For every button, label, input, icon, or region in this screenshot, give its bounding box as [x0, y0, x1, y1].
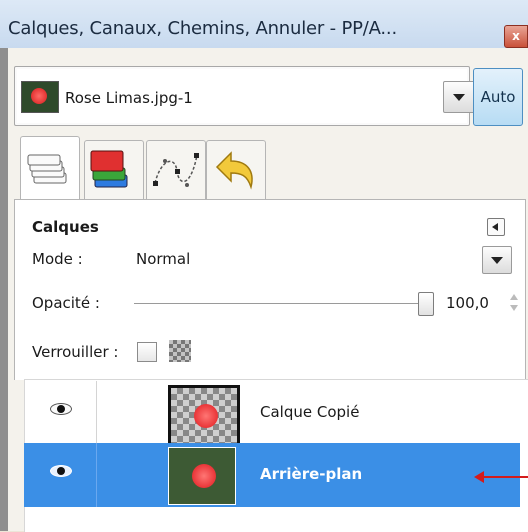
layer-row[interactable]: Calque Copié	[24, 381, 520, 447]
tab-undo-history[interactable]	[206, 140, 266, 199]
mode-dropdown-button[interactable]	[482, 246, 512, 274]
layer-row-selected[interactable]: Arrière-plan	[24, 443, 520, 507]
tab-paths[interactable]	[146, 140, 206, 199]
opacity-slider-handle[interactable]	[418, 292, 434, 316]
mode-label: Mode :	[32, 250, 83, 268]
close-button[interactable]: x	[504, 25, 528, 48]
left-frame-edge	[0, 48, 8, 531]
channels-icon	[90, 150, 128, 188]
layer-name[interactable]: Calque Copié	[260, 403, 359, 421]
mode-select[interactable]: Normal	[136, 250, 190, 268]
opacity-value[interactable]: 100,0	[446, 294, 489, 312]
panel-title: Calques	[32, 218, 99, 236]
auto-button[interactable]: Auto	[473, 68, 523, 126]
image-name: Rose Limas.jpg-1	[65, 89, 193, 107]
tab-channels[interactable]	[84, 140, 144, 199]
opacity-label: Opacité :	[32, 294, 100, 312]
lock-pixels-checkbox[interactable]	[137, 342, 157, 362]
arrow-left-icon	[474, 471, 484, 483]
visibility-eye-icon[interactable]	[50, 463, 72, 477]
chevron-left-icon	[492, 223, 498, 231]
opacity-slider[interactable]	[134, 303, 424, 304]
spin-down-icon	[510, 305, 518, 311]
layer-thumbnail	[168, 447, 236, 505]
window-titlebar: Calques, Canaux, Chemins, Annuler - PP/A…	[0, 0, 528, 49]
layer-name[interactable]: Arrière-plan	[260, 465, 362, 483]
layers-stack-icon	[27, 154, 67, 184]
chevron-down-icon	[491, 257, 503, 264]
chevron-down-icon	[453, 94, 465, 101]
column-divider	[96, 381, 97, 445]
tab-layers[interactable]	[20, 136, 80, 201]
opacity-spinner[interactable]	[508, 290, 520, 316]
visibility-eye-icon[interactable]	[50, 401, 72, 415]
image-selector[interactable]: Rose Limas.jpg-1	[14, 66, 475, 126]
layer-thumbnail	[168, 385, 240, 447]
undo-arrow-icon	[215, 151, 253, 190]
lock-alpha-icon[interactable]	[169, 340, 191, 362]
spin-up-icon	[510, 294, 518, 300]
annotation-arrow	[482, 476, 528, 478]
paths-icon	[153, 153, 199, 187]
image-thumbnail	[21, 81, 59, 113]
panel-menu-button[interactable]	[487, 218, 505, 236]
window-title: Calques, Canaux, Chemins, Annuler - PP/A…	[8, 18, 397, 39]
column-divider	[96, 443, 97, 507]
lock-label: Verrouiller :	[32, 343, 119, 361]
image-dropdown-button[interactable]	[443, 81, 475, 113]
